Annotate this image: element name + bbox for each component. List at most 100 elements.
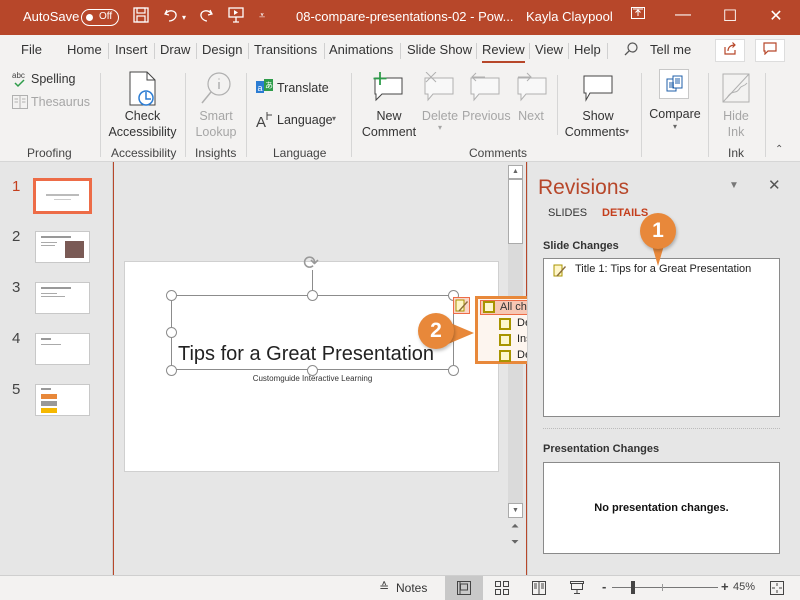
minimize-icon[interactable]: —: [668, 6, 698, 24]
group-label-proofing: Proofing: [27, 146, 72, 160]
check-accessibility-label-1: Check: [124, 109, 161, 123]
undo-dropdown-icon[interactable]: ▾: [182, 13, 186, 22]
delete-comment-button[interactable]: Delete ▾: [420, 69, 460, 141]
zoom-slider-thumb[interactable]: [630, 581, 635, 594]
resize-handle[interactable]: [166, 290, 177, 301]
show-comments-button[interactable]: Show Comments ▾: [562, 69, 634, 141]
comments-button[interactable]: [755, 39, 785, 62]
document-title: 08-compare-presentations-02 - Pow...: [296, 9, 514, 24]
change-checkbox[interactable]: [499, 350, 511, 362]
new-comment-button[interactable]: New Comment: [358, 69, 420, 141]
slide-thumbnail-2[interactable]: [35, 231, 90, 263]
slide-thumbnail-4[interactable]: [35, 333, 90, 365]
maximize-icon[interactable]: ☐: [715, 6, 745, 26]
zoom-slider-track[interactable]: [612, 587, 718, 588]
check-accessibility-button[interactable]: Check Accessibility: [105, 69, 180, 141]
tab-transitions[interactable]: Transitions: [254, 42, 317, 57]
previous-slide-icon[interactable]: ⏶: [511, 521, 519, 532]
group-separator: [246, 73, 247, 157]
change-checkbox[interactable]: [499, 334, 511, 346]
previous-comment-button[interactable]: Previous: [462, 69, 511, 141]
customize-qat-icon[interactable]: ⩡: [259, 10, 265, 23]
next-label: Next: [518, 109, 544, 123]
tab-design[interactable]: Design: [202, 42, 242, 57]
group-label-insights: Insights: [195, 146, 237, 160]
start-from-beginning-icon[interactable]: [228, 7, 244, 28]
scroll-down-icon[interactable]: ▼: [508, 503, 523, 518]
group-separator: [351, 73, 352, 157]
hide-ink-label-1: Hide: [723, 109, 749, 123]
slide-number: 1: [12, 178, 21, 195]
slide-subtitle[interactable]: Customguide Interactive Learning: [125, 374, 500, 383]
pane-options-icon[interactable]: ▼: [729, 180, 739, 191]
undo-icon[interactable]: [163, 7, 179, 28]
tab-animations[interactable]: Animations: [329, 42, 393, 57]
slide-thumbnail-1[interactable]: [33, 178, 92, 214]
share-button[interactable]: [715, 39, 745, 62]
tab-draw[interactable]: Draw: [160, 42, 190, 57]
slide-canvas[interactable]: Tips for a Great Presentation ⟳ Customgu…: [124, 253, 500, 472]
resize-handle[interactable]: [166, 327, 177, 338]
search-icon[interactable]: [624, 42, 638, 59]
autosave-toggle[interactable]: Off: [81, 9, 119, 26]
scroll-thumb[interactable]: [508, 179, 523, 244]
slide-number: 4: [12, 330, 21, 347]
pane-close-icon[interactable]: ✕: [768, 176, 781, 194]
notes-label: Notes: [396, 581, 428, 595]
tab-home[interactable]: Home: [67, 42, 102, 57]
reading-view-icon[interactable]: [532, 581, 546, 595]
save-icon[interactable]: [133, 7, 149, 28]
slide-sorter-icon[interactable]: [495, 581, 509, 595]
svg-text:abc: abc: [12, 71, 25, 80]
slide-thumbnail-5[interactable]: [35, 384, 90, 416]
redo-icon[interactable]: [198, 7, 214, 28]
zoom-out-button[interactable]: -: [602, 579, 606, 594]
next-comment-button[interactable]: Next: [510, 69, 552, 141]
tab-slides[interactable]: SLIDES: [548, 207, 587, 219]
resize-handle[interactable]: [307, 290, 318, 301]
tab-view[interactable]: View: [535, 42, 563, 57]
all-changes-checkbox[interactable]: [483, 301, 495, 313]
fit-to-window-icon[interactable]: [770, 581, 784, 595]
tab-slide-show[interactable]: Slide Show: [407, 42, 472, 57]
slide-show-icon[interactable]: [570, 581, 584, 595]
language-dropdown-icon: ▾: [332, 114, 337, 123]
smart-lookup-button[interactable]: Smart Lookup: [190, 69, 242, 141]
zoom-in-button[interactable]: +: [721, 579, 729, 594]
close-icon[interactable]: ✕: [761, 6, 791, 26]
normal-view-button[interactable]: [445, 576, 483, 600]
collapse-ribbon-icon[interactable]: ⌃: [775, 144, 783, 155]
tab-details[interactable]: DETAILS: [602, 207, 648, 219]
ribbon: abc Spelling Thesaurus Proofing Check Ac…: [0, 65, 800, 162]
slide-thumbnail-3[interactable]: [35, 282, 90, 314]
tab-file[interactable]: File: [21, 42, 42, 57]
rotate-handle-icon[interactable]: ⟳: [303, 252, 319, 275]
status-bar: ≙ Notes - + 45%: [0, 575, 800, 600]
tab-divider: [529, 43, 530, 59]
change-marker-icon[interactable]: [453, 297, 470, 314]
svg-text:a: a: [258, 83, 263, 93]
smart-lookup-icon: [201, 72, 231, 104]
ribbon-display-options-icon[interactable]: [623, 6, 653, 24]
slide-title[interactable]: Tips for a Great Presentation: [178, 343, 434, 366]
tab-insert[interactable]: Insert: [115, 42, 148, 57]
new-comment-icon: [373, 72, 403, 102]
group-label-ink: Ink: [728, 146, 745, 160]
compare-icon: [666, 75, 683, 92]
next-slide-icon[interactable]: ⏷: [511, 537, 519, 548]
thumb-shape: [41, 401, 57, 406]
step-callout-1: 1: [640, 213, 676, 249]
hide-ink-button[interactable]: Hide Ink: [714, 69, 758, 141]
tab-review[interactable]: Review: [482, 42, 525, 63]
spelling-icon: abc: [12, 71, 25, 88]
user-name[interactable]: Kayla Claypool: [526, 9, 613, 24]
title-placeholder[interactable]: Tips for a Great Presentation: [171, 295, 454, 370]
change-checkbox[interactable]: [499, 318, 511, 330]
delete-comment-icon: [424, 72, 454, 102]
previous-label: Previous: [462, 109, 511, 123]
tell-me-input[interactable]: Tell me: [650, 42, 691, 57]
tab-help[interactable]: Help: [574, 42, 601, 57]
compare-button[interactable]: Compare ▾: [646, 69, 704, 141]
scroll-up-icon[interactable]: ▲: [508, 165, 523, 179]
zoom-percent[interactable]: 45%: [733, 581, 755, 593]
